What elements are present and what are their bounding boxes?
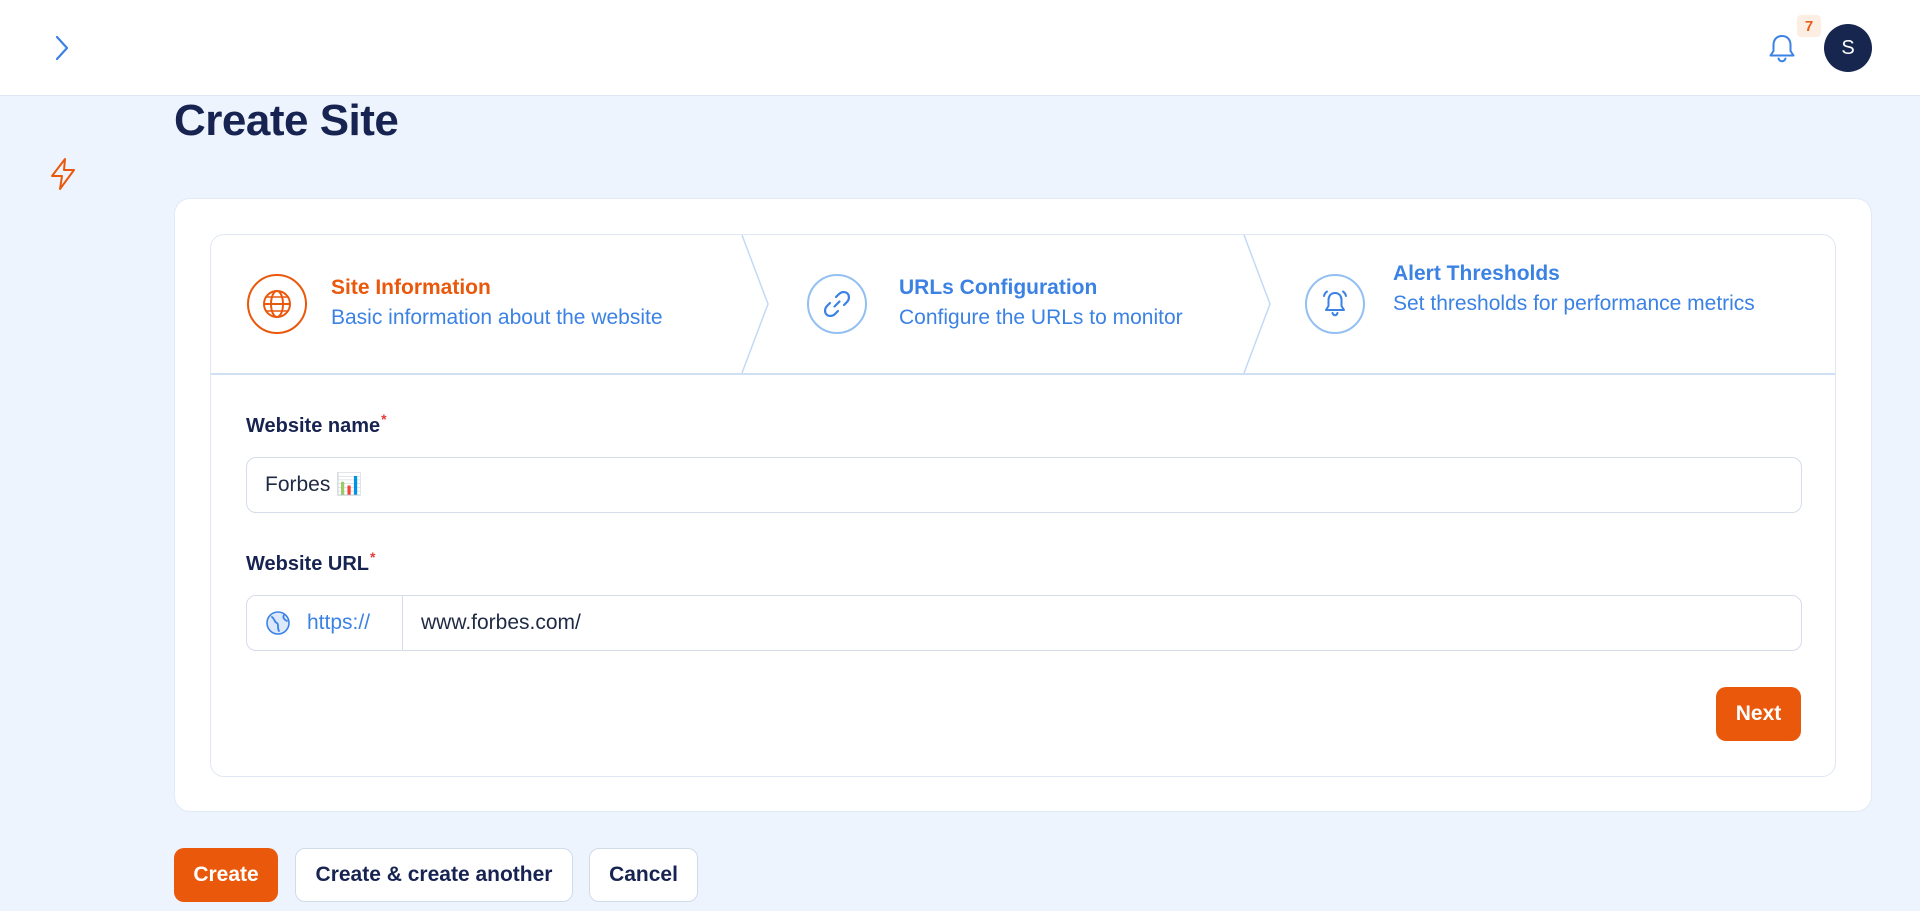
- notification-count-badge: 7: [1797, 15, 1821, 37]
- sidebar-item-sites[interactable]: [46, 156, 80, 192]
- expand-sidebar-button[interactable]: [44, 28, 80, 68]
- step-urls-configuration[interactable]: URLs Configuration Configure the URLs to…: [771, 235, 1241, 373]
- globe-icon: [266, 611, 290, 635]
- bell-icon: [1769, 35, 1795, 63]
- next-button[interactable]: Next: [1716, 687, 1801, 741]
- create-button[interactable]: Create: [174, 848, 278, 902]
- notifications-button[interactable]: [1764, 28, 1800, 68]
- required-marker: *: [381, 411, 387, 427]
- website-url-label: Website URL*: [246, 549, 375, 576]
- website-url-label-text: Website URL: [246, 553, 369, 575]
- website-url-input[interactable]: www.forbes.com/: [403, 596, 1801, 650]
- user-avatar[interactable]: S: [1824, 24, 1872, 72]
- step-description: Basic information about the website: [331, 306, 663, 329]
- step-description: Set thresholds for performance metrics: [1393, 292, 1755, 315]
- bell-ring-icon: [1305, 274, 1365, 334]
- step-title: Alert Thresholds: [1393, 262, 1560, 285]
- step-alert-thresholds[interactable]: Alert Thresholds Set thresholds for perf…: [1273, 235, 1835, 373]
- url-prefix-text: https://: [307, 611, 371, 634]
- step-title: Site Information: [331, 276, 491, 299]
- required-marker: *: [369, 549, 376, 565]
- step-separator: [741, 235, 769, 373]
- link-icon: [807, 274, 867, 334]
- website-name-input[interactable]: Forbes 📊: [246, 457, 1802, 513]
- wizard-steps: Site Information Basic information about…: [211, 235, 1835, 375]
- url-prefix-addon: https://: [247, 596, 403, 650]
- top-bar: 7 S: [0, 0, 1920, 96]
- lightning-icon: [51, 158, 75, 190]
- step-separator: [1243, 235, 1271, 373]
- create-and-create-another-button[interactable]: Create & create another: [295, 848, 573, 902]
- step-description: Configure the URLs to monitor: [899, 306, 1183, 329]
- website-name-label: Website name*: [246, 411, 387, 438]
- website-url-field: https:// www.forbes.com/: [246, 595, 1802, 651]
- globe-icon: [247, 274, 307, 334]
- chevron-right-icon: [55, 35, 69, 61]
- page-title: Create Site: [174, 96, 399, 145]
- step-site-information[interactable]: Site Information Basic information about…: [211, 235, 741, 373]
- website-name-label-text: Website name: [246, 415, 381, 437]
- website-url-value: www.forbes.com/: [421, 611, 581, 634]
- website-name-value: Forbes 📊: [265, 473, 363, 496]
- create-site-wizard: Site Information Basic information about…: [210, 234, 1836, 777]
- step-title: URLs Configuration: [899, 276, 1098, 299]
- cancel-button[interactable]: Cancel: [589, 848, 698, 902]
